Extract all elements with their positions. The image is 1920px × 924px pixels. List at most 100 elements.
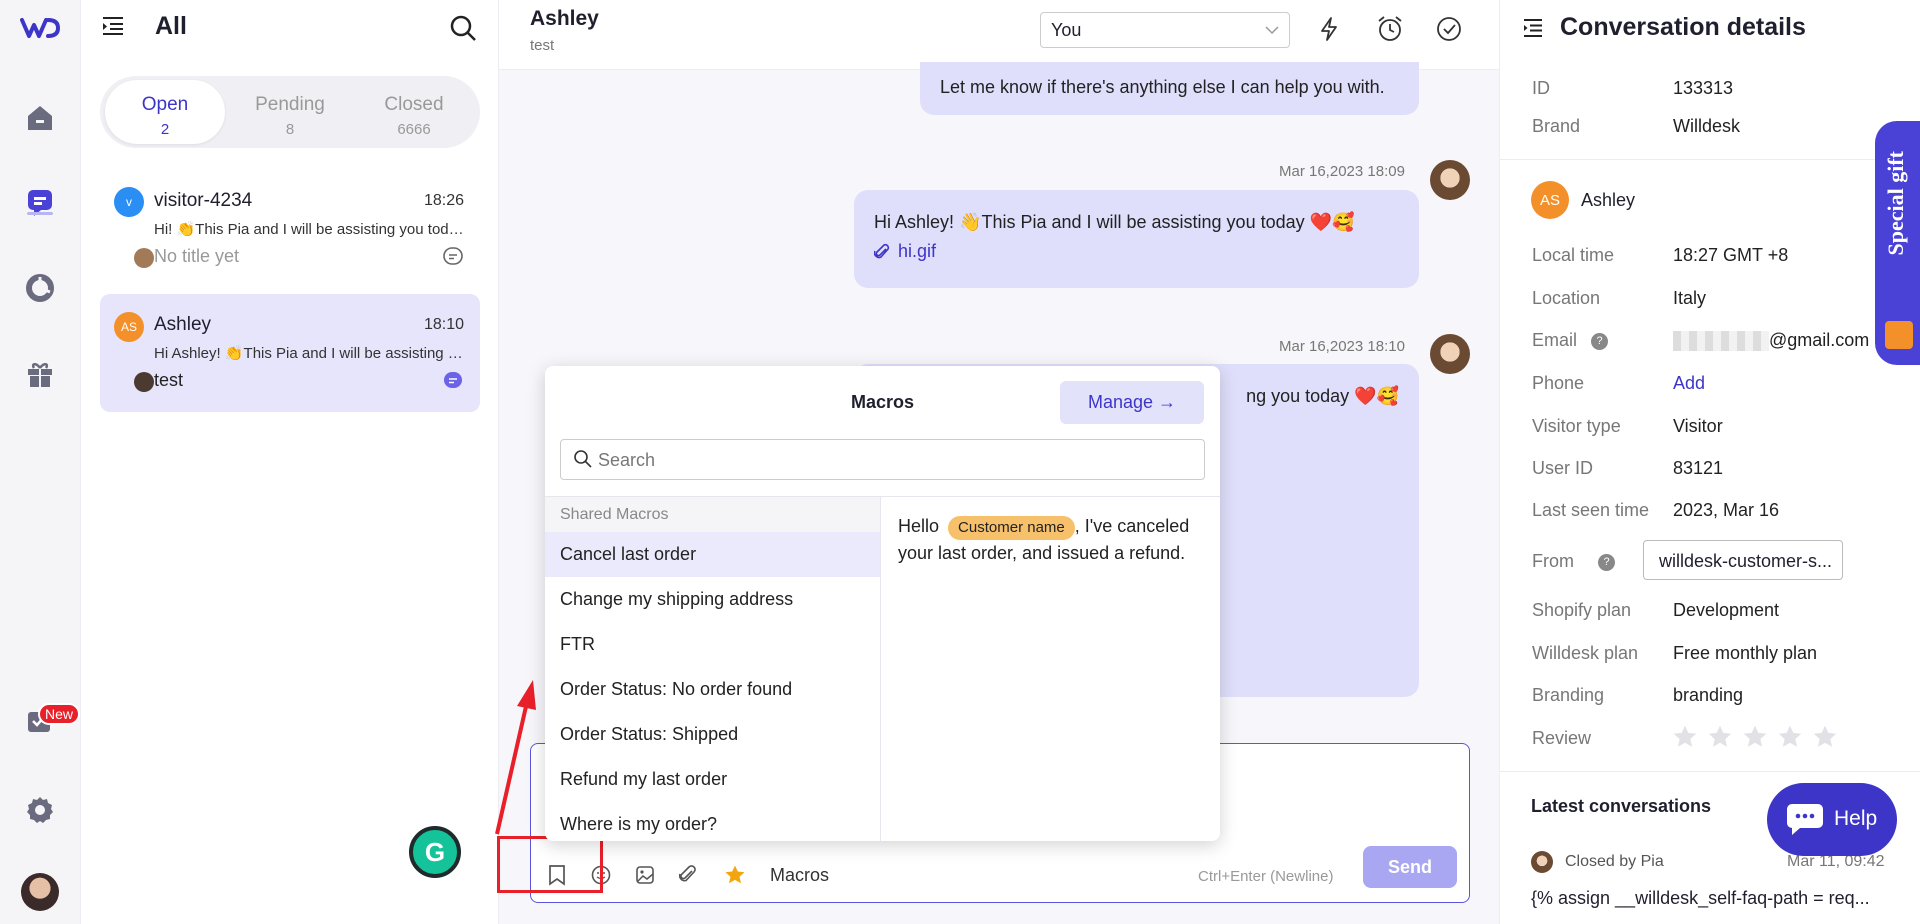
- latest-conversation-text[interactable]: {% assign __willdesk_self-faq-path = req…: [1531, 888, 1906, 909]
- search-icon[interactable]: [449, 14, 477, 42]
- snooze-alarm-icon[interactable]: [1376, 15, 1404, 43]
- message-text: ng you today ❤️🥰: [1246, 386, 1399, 406]
- conversation-item[interactable]: v visitor-4234 18:26 Hi! 👏This Pia and I…: [100, 176, 480, 294]
- from-value: willdesk-customer-s...: [1659, 551, 1833, 571]
- analytics-icon[interactable]: [20, 268, 60, 308]
- detail-value-local-time: 18:27 GMT +8: [1673, 245, 1789, 265]
- chevron-down-icon: [1265, 26, 1279, 35]
- newline-hint: Ctrl+Enter (Newline): [1198, 868, 1334, 885]
- macros-search-input[interactable]: Search: [560, 439, 1205, 480]
- detail-label: Shopify plan: [1532, 600, 1632, 620]
- email-domain: @gmail.com: [1769, 330, 1870, 350]
- details-title: Conversation details: [1560, 13, 1806, 41]
- preview-hello: Hello: [898, 516, 940, 536]
- customer-avatar: AS: [1531, 181, 1569, 219]
- lightning-icon[interactable]: [1317, 16, 1341, 42]
- detail-label: Local time: [1532, 245, 1615, 265]
- conversation-time: 18:10: [423, 316, 464, 333]
- detail-value-location: Italy: [1673, 288, 1707, 308]
- detail-label: Last seen time: [1532, 500, 1650, 520]
- detail-value-shopify-plan: Development: [1673, 600, 1780, 620]
- detail-value-branding: branding: [1673, 685, 1744, 705]
- masked-email-prefix: [1673, 330, 1769, 351]
- conversation-item-selected[interactable]: AS Ashley 18:10 Hi Ashley! 👏This Pia and…: [100, 294, 480, 412]
- message-bubble: Let me know if there's anything else I c…: [920, 62, 1419, 115]
- tab-pending[interactable]: Pending 8: [230, 80, 350, 144]
- detail-label: Visitor type: [1532, 416, 1621, 436]
- agent-mini-avatar: [134, 372, 154, 392]
- home-icon[interactable]: [20, 98, 60, 138]
- assignee-select[interactable]: You: [1040, 12, 1290, 48]
- macro-item[interactable]: Change my shipping address: [545, 577, 880, 622]
- latest-conversation-status: Closed by Pia: [1565, 853, 1664, 870]
- paperclip-icon: [874, 243, 890, 258]
- collapse-menu-icon[interactable]: [101, 14, 125, 38]
- search-placeholder: Search: [598, 450, 656, 470]
- macros-section-header: Shared Macros: [545, 497, 880, 532]
- macro-item[interactable]: FTR: [545, 622, 880, 667]
- chat-status-icon: [442, 370, 464, 392]
- resolve-check-icon[interactable]: [1436, 16, 1462, 42]
- annotation-arrow-icon: [495, 680, 536, 835]
- tab-open-count: 2: [160, 121, 170, 138]
- user-avatar[interactable]: [20, 872, 60, 912]
- macro-item[interactable]: Order Status: No order found: [545, 667, 880, 712]
- review-stars[interactable]: [1672, 724, 1838, 750]
- settings-icon[interactable]: [20, 790, 60, 830]
- search-icon: [574, 450, 592, 468]
- special-gift-tab[interactable]: Special gift: [1875, 121, 1920, 365]
- detail-value-email: @gmail.com: [1673, 330, 1869, 351]
- macro-item[interactable]: Cancel last order: [545, 532, 880, 577]
- detail-label: Location: [1532, 288, 1601, 308]
- attachment-icon[interactable]: [679, 864, 697, 886]
- send-button[interactable]: Send: [1363, 846, 1457, 888]
- willdesk-logo-icon[interactable]: [20, 8, 60, 48]
- grammarly-icon[interactable]: G: [409, 826, 461, 878]
- star-empty-icon[interactable]: [1742, 724, 1768, 750]
- customer-name: Ashley: [1581, 190, 1636, 210]
- help-question-icon[interactable]: ?: [1591, 332, 1609, 350]
- from-select[interactable]: willdesk-customer-s...: [1643, 540, 1843, 580]
- image-icon[interactable]: [635, 865, 655, 885]
- star-empty-icon[interactable]: [1672, 724, 1698, 750]
- help-question-icon[interactable]: ?: [1598, 553, 1615, 571]
- star-empty-icon[interactable]: [1812, 724, 1838, 750]
- divider: [1500, 771, 1920, 772]
- attachment-link[interactable]: hi.gif: [874, 241, 1419, 262]
- status-tabs: Open 2 Pending 8 Closed 6666: [100, 76, 480, 148]
- detail-label: Willdesk plan: [1532, 643, 1639, 663]
- gift-icon[interactable]: [20, 354, 60, 394]
- message-text: Let me know if there's anything else I c…: [940, 77, 1385, 97]
- manage-macros-button[interactable]: Manage →: [1060, 381, 1204, 424]
- preview-text-line2: your last order, and issued a refund.: [898, 543, 1186, 563]
- customer-name-tag: Customer name: [948, 516, 1075, 540]
- star-empty-icon[interactable]: [1777, 724, 1803, 750]
- macro-item[interactable]: Refund my last order: [545, 757, 880, 802]
- message-bubble: Hi Ashley! 👋This Pia and I will be assis…: [854, 190, 1419, 288]
- macros-popup: Macros Manage → Search Shared Macros Can…: [545, 366, 1220, 841]
- star-empty-icon[interactable]: [1707, 724, 1733, 750]
- macro-item[interactable]: Where is my order?: [545, 802, 880, 847]
- conversation-list-panel: All Open 2 Pending 8 Closed 6666 v visitor-…: [81, 0, 499, 924]
- agent-avatar: [1430, 334, 1470, 374]
- detail-value-user-id: 83121: [1673, 458, 1724, 478]
- agent-avatar: [1430, 160, 1470, 200]
- special-gift-label: Special gift: [1883, 151, 1908, 256]
- help-button[interactable]: Help: [1767, 783, 1897, 856]
- gift-box-icon: [1885, 321, 1913, 349]
- tab-open[interactable]: Open 2: [105, 80, 225, 144]
- list-title: All: [155, 12, 187, 40]
- star-icon[interactable]: [724, 864, 746, 886]
- details-menu-icon[interactable]: [1522, 17, 1544, 39]
- conversation-preview: Hi! 👏This Pia and I will be assisting yo…: [154, 221, 464, 238]
- add-phone-link[interactable]: Add: [1673, 373, 1705, 394]
- macros-toolbar-label[interactable]: Macros: [770, 865, 829, 886]
- new-badge: New: [38, 703, 80, 725]
- tab-closed[interactable]: Closed 6666: [354, 80, 474, 144]
- macro-item[interactable]: Order Status: Shipped: [545, 712, 880, 757]
- customer-avatar: AS: [114, 312, 144, 342]
- conversation-name: visitor-4234: [154, 190, 253, 211]
- conversation-subtitle: No title yet: [154, 246, 240, 266]
- detail-value-id: 133313: [1673, 78, 1734, 98]
- conversations-icon[interactable]: [20, 182, 60, 222]
